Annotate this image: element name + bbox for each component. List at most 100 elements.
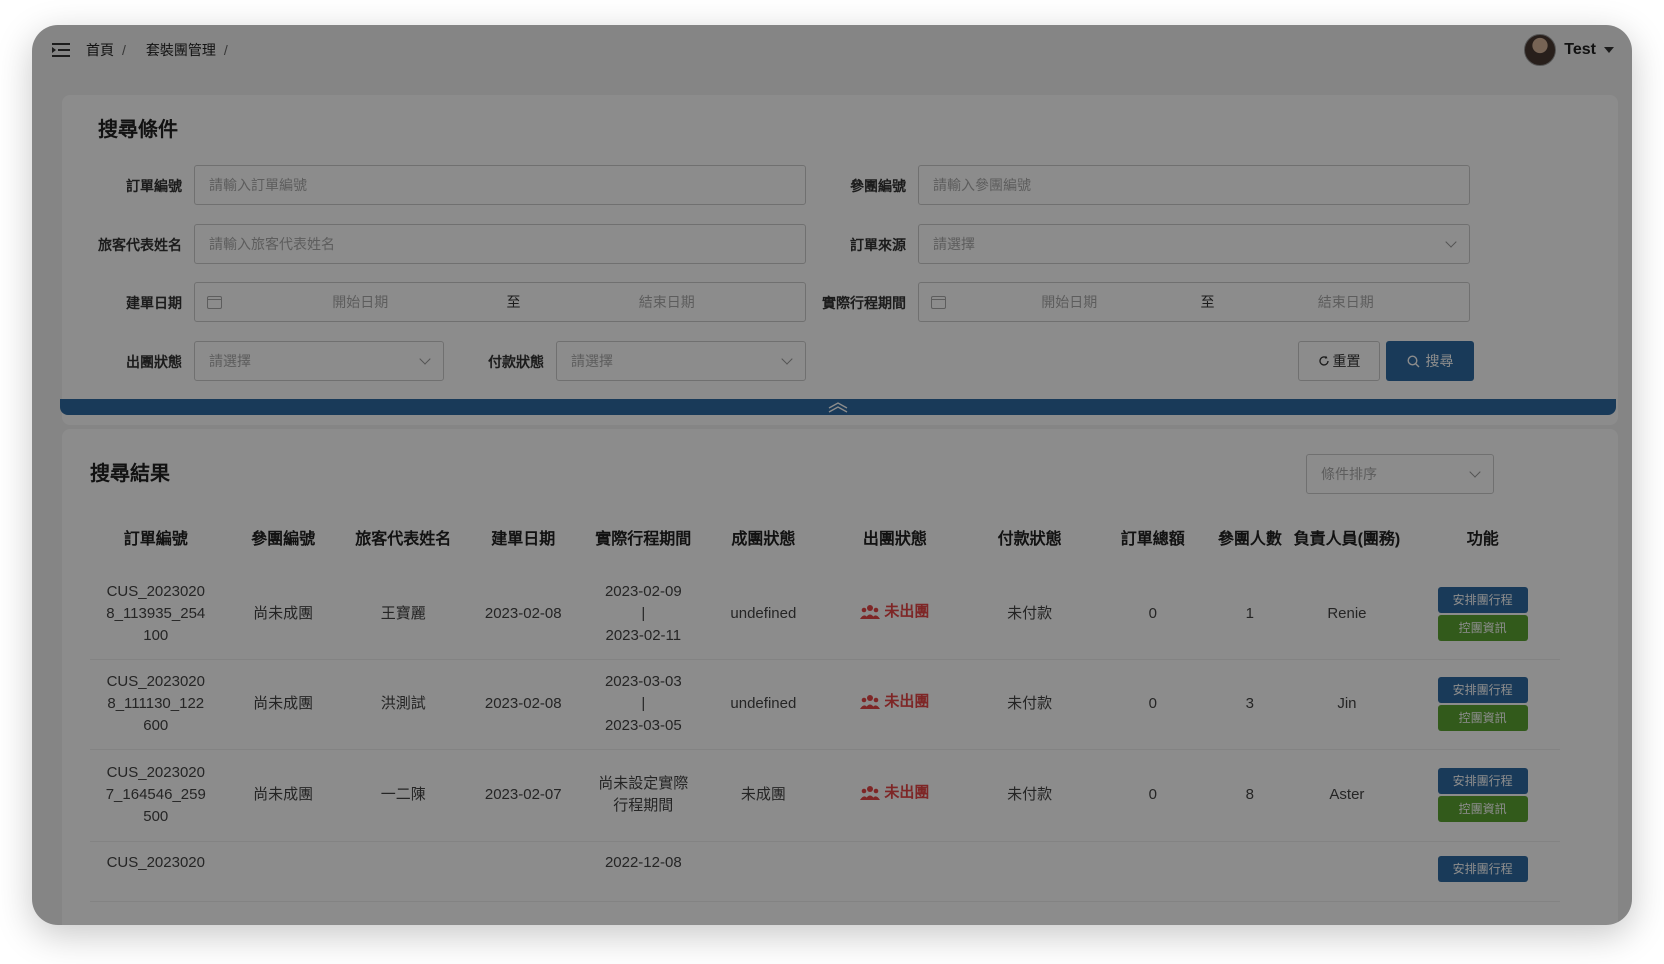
order-no-line: 7_164546_259 xyxy=(105,786,206,803)
actions: 安排團行程 控團資訊 xyxy=(1409,586,1556,641)
trip-cell: 尚未設定實際 行程期間 xyxy=(584,749,702,842)
arrange-itinerary-button[interactable]: 安排團行程 xyxy=(1437,586,1528,613)
arrange-itinerary-button[interactable]: 安排團行程 xyxy=(1437,855,1528,882)
caret-down-icon xyxy=(1604,47,1614,53)
actions-cell: 安排團行程 控團資訊 xyxy=(1405,569,1560,660)
tour-control-info-button[interactable]: 控團資訊 xyxy=(1437,614,1528,641)
order-no-label: 訂單編號 xyxy=(126,178,182,194)
people-cell xyxy=(1211,841,1289,902)
col-depart-status: 出團狀態 xyxy=(862,531,927,548)
group-status-cell: 未成團 xyxy=(701,749,825,842)
people-cell: 1 xyxy=(1211,569,1289,660)
order-no-line: 8_113935_254 xyxy=(106,604,206,622)
group-no-cell: 尚未成團 xyxy=(221,749,345,842)
col-rep-name: 旅客代表姓名 xyxy=(355,531,452,548)
trip-start[interactable]: 開始日期 xyxy=(946,292,1193,312)
trip-separator: | xyxy=(641,604,646,622)
breadcrumb-package-tour[interactable]: 套裝團管理 xyxy=(146,40,216,60)
created-label: 建單日期 xyxy=(126,295,182,311)
trip-end[interactable]: 結束日期 xyxy=(1223,292,1470,312)
rep-name-label: 旅客代表姓名 xyxy=(98,237,182,253)
collapse-toggle[interactable] xyxy=(60,399,1616,415)
depart-status-text: 未出團 xyxy=(884,784,930,801)
arrange-itinerary-button[interactable]: 安排團行程 xyxy=(1437,768,1528,794)
search-button[interactable]: 搜尋 xyxy=(1386,341,1474,381)
tour-control-info-button[interactable]: 控團資訊 xyxy=(1437,796,1528,822)
pay-status-cell xyxy=(964,841,1095,902)
app-window: 首頁 / 套裝團管理 / Test 搜尋條件 訂單編號 參團編號 旅客代表姓名 … xyxy=(32,25,1632,925)
status-badge: 未出團 xyxy=(860,782,929,804)
pay-select[interactable]: 請選擇 xyxy=(556,341,806,381)
created-start[interactable]: 開始日期 xyxy=(222,292,499,312)
pay-status-cell: 未付款 xyxy=(964,659,1095,750)
user-name: Test xyxy=(1564,41,1596,58)
pay-placeholder: 請選擇 xyxy=(571,353,613,369)
order-no-line: CUS_2023020 xyxy=(106,764,205,781)
created-cell: 2023-02-08 xyxy=(461,659,585,750)
rep-name-input[interactable] xyxy=(194,224,806,264)
order-no-input[interactable] xyxy=(194,165,806,205)
order-no-line: CUS_2023020 xyxy=(106,673,205,690)
menu-toggle-icon[interactable] xyxy=(50,39,72,61)
order-no-cell: CUS_2023020 xyxy=(90,841,222,902)
depart-label: 出團狀態 xyxy=(126,354,182,370)
chevron-down-icon xyxy=(1469,466,1481,478)
search-title: 搜尋條件 xyxy=(98,119,178,141)
col-pay-status: 付款狀態 xyxy=(997,531,1062,548)
top-bar: 首頁 / 套裝團管理 / Test xyxy=(32,25,1632,75)
status-badge: 未出團 xyxy=(860,601,929,623)
pay-status-cell: 未付款 xyxy=(964,569,1095,660)
depart-status-text: 未出團 xyxy=(884,602,930,620)
created-cell: 2023-02-07 xyxy=(461,749,585,842)
tour-control-info-button[interactable]: 控團資訊 xyxy=(1437,705,1528,731)
group-no-cell xyxy=(221,841,345,902)
sort-placeholder: 條件排序 xyxy=(1321,466,1377,482)
source-placeholder: 請選擇 xyxy=(933,236,975,252)
search-icon xyxy=(1406,354,1419,367)
breadcrumb-separator: / xyxy=(122,42,126,58)
col-order-no: 訂單編號 xyxy=(123,531,188,548)
reset-button[interactable]: 重置 xyxy=(1298,341,1380,381)
created-date-range[interactable]: 開始日期 至 結束日期 xyxy=(194,282,806,322)
rep-name-cell: 洪測試 xyxy=(344,659,462,750)
table-header-row: 訂單編號 參團編號 旅客代表姓名 建單日期 實際行程期間 成團狀態 出團狀態 付… xyxy=(90,511,1560,569)
breadcrumb-separator: / xyxy=(223,42,228,58)
depart-select[interactable]: 請選擇 xyxy=(194,341,444,381)
rep-name-cell: 一二陳 xyxy=(344,749,462,842)
order-no-line: 8_111130_122 xyxy=(107,695,205,712)
order-no-cell: CUS_2023020 7_164546_259 500 xyxy=(90,749,222,842)
group-no-label: 參團編號 xyxy=(850,178,906,194)
order-no-cell: CUS_2023020 8_113935_254 100 xyxy=(90,569,222,660)
arrange-itinerary-button[interactable]: 安排團行程 xyxy=(1437,677,1528,703)
source-label: 訂單來源 xyxy=(850,237,906,253)
double-chevron-up-icon xyxy=(828,402,848,413)
trip-date-range[interactable]: 開始日期 至 結束日期 xyxy=(918,282,1470,322)
trip-end: 2023-02-11 xyxy=(605,626,682,644)
order-no-line: 600 xyxy=(143,717,169,734)
actions: 安排團行程 xyxy=(1409,855,1556,882)
reset-label: 重置 xyxy=(1332,353,1361,369)
chevron-down-icon xyxy=(1445,236,1457,248)
user-menu[interactable]: Test xyxy=(1524,34,1614,66)
rep-name-cell xyxy=(344,841,462,902)
trip-note: 尚未設定實際 xyxy=(598,775,689,792)
sort-select[interactable]: 條件排序 xyxy=(1306,454,1494,494)
group-no-input[interactable] xyxy=(918,165,1470,205)
table-row: CUS_2023020 7_164546_259 500 尚未成團 一二陳 20… xyxy=(90,749,1560,842)
depart-status-text: 未出團 xyxy=(884,693,930,710)
owner-cell: Jin xyxy=(1288,659,1406,750)
table-row: CUS_2023020 8_111130_122 600 尚未成團 洪測試 20… xyxy=(90,659,1560,750)
order-no-line: 100 xyxy=(143,626,169,644)
actions-cell: 安排團行程 控團資訊 xyxy=(1405,659,1560,750)
results-title: 搜尋結果 xyxy=(90,463,170,485)
status-badge: 未出團 xyxy=(860,691,929,713)
depart-status-cell: 未出團 xyxy=(824,569,965,660)
created-end[interactable]: 結束日期 xyxy=(529,292,806,312)
breadcrumb-home[interactable]: 首頁 xyxy=(86,40,114,60)
col-owner: 負責人員(團務) xyxy=(1293,531,1401,548)
actions-cell: 安排團行程 xyxy=(1405,841,1560,902)
trip-cell: 2023-02-09 | 2023-02-11 xyxy=(584,569,702,660)
trip-end: 2023-03-05 xyxy=(604,717,682,734)
people-icon xyxy=(860,695,881,709)
source-select[interactable]: 請選擇 xyxy=(918,224,1470,264)
